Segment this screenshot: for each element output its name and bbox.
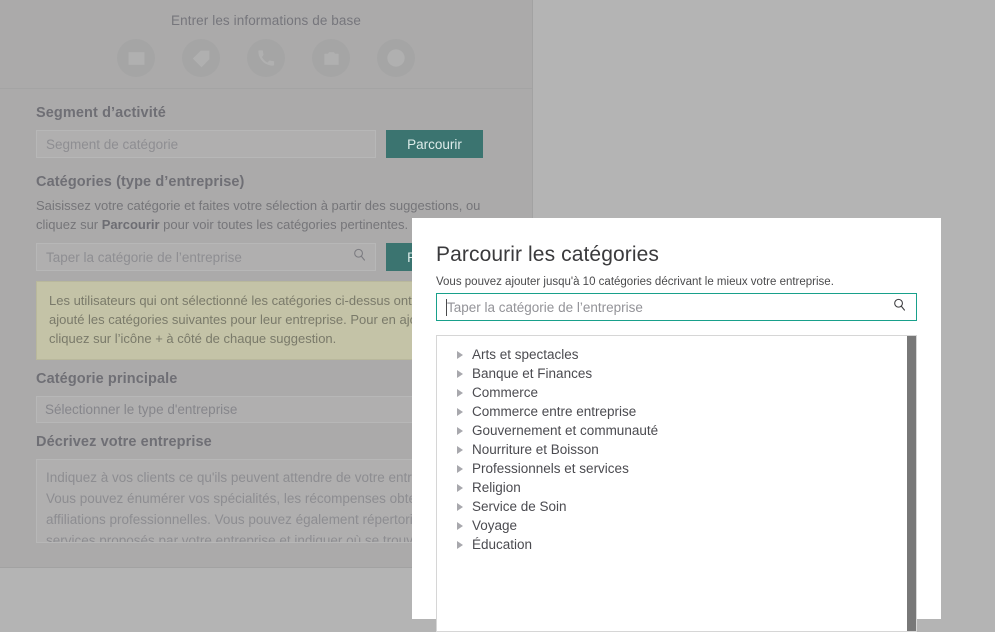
dialog-content: Parcourir les catégories Vous pouvez ajo…: [412, 218, 941, 632]
step-basic-info[interactable]: [117, 39, 155, 77]
dialog-search-input[interactable]: Taper la catégorie de l’entreprise: [436, 293, 917, 321]
segment-browse-button[interactable]: Parcourir: [386, 130, 483, 158]
category-tree-item-label: Voyage: [472, 518, 518, 533]
camera-icon: [322, 49, 341, 68]
categories-help-bold: Parcourir: [101, 217, 160, 232]
category-tree-item[interactable]: Service de Soin: [437, 497, 916, 516]
category-tree-item-label: Religion: [472, 480, 521, 495]
chevron-right-icon[interactable]: [456, 350, 468, 360]
chevron-right-icon[interactable]: [456, 388, 468, 398]
chevron-right-icon[interactable]: [456, 521, 468, 531]
category-tree-item-label: Banque et Finances: [472, 366, 593, 381]
id-card-icon: [127, 49, 146, 68]
category-tree-item[interactable]: Religion: [437, 478, 916, 497]
category-tree-item-label: Commerce entre entreprise: [472, 404, 637, 419]
chevron-right-icon[interactable]: [456, 502, 468, 512]
categories-label: Catégories (type d’entreprise): [36, 174, 245, 190]
category-tree-item[interactable]: Arts et spectacles: [437, 345, 916, 364]
category-tree-item[interactable]: Gouvernement et communauté: [437, 421, 916, 440]
segment-input[interactable]: Segment de catégorie: [36, 130, 376, 158]
category-tree-item[interactable]: Éducation: [437, 535, 916, 554]
text-caret: [446, 299, 447, 316]
step-contact[interactable]: [247, 39, 285, 77]
stepper-title: Entrer les informations de base: [171, 13, 361, 28]
category-tree-item[interactable]: Voyage: [437, 516, 916, 535]
category-tree-item[interactable]: Nourriture et Boisson: [437, 440, 916, 459]
segment-row: Segment de catégorie Parcourir: [36, 130, 494, 158]
category-tree-item-label: Service de Soin: [472, 499, 567, 514]
category-tree-item-label: Commerce: [472, 385, 539, 400]
step-photos[interactable]: [312, 39, 350, 77]
category-search-input[interactable]: Taper la catégorie de l’entreprise: [36, 243, 376, 271]
category-tree-item-label: Nourriture et Boisson: [472, 442, 599, 457]
category-tree-item[interactable]: Professionnels et services: [437, 459, 916, 478]
step-hours[interactable]: [377, 39, 415, 77]
dialog-search-placeholder: Taper la catégorie de l’entreprise: [447, 299, 643, 315]
category-tree-item-label: Gouvernement et communauté: [472, 423, 659, 438]
category-tree-list: Arts et spectacles Banque et Finances Comm…: [437, 336, 916, 554]
chevron-right-icon[interactable]: [456, 483, 468, 493]
browse-categories-dialog: Parcourir les catégories Vous pouvez ajo…: [412, 218, 941, 632]
category-tree-item[interactable]: Commerce: [437, 383, 916, 402]
category-tree-item[interactable]: Banque et Finances: [437, 364, 916, 383]
chevron-right-icon[interactable]: [456, 426, 468, 436]
category-tree-item-label: Professionnels et services: [472, 461, 629, 476]
chevron-right-icon[interactable]: [456, 407, 468, 417]
chevron-right-icon[interactable]: [456, 369, 468, 379]
search-icon: [352, 247, 367, 267]
clock-icon: [386, 48, 406, 68]
dialog-title: Parcourir les catégories: [436, 243, 659, 266]
categories-help-part2: pour voir toutes les catégories pertinen…: [159, 217, 409, 232]
page-root: Entrer les informations de base Segment …: [0, 0, 995, 632]
category-list-scrollbar-thumb[interactable]: [907, 336, 916, 631]
segment-label: Segment d’activité: [36, 105, 166, 121]
chevron-right-icon[interactable]: [456, 540, 468, 550]
category-tree-panel: Arts et spectacles Banque et Finances Comm…: [436, 335, 917, 632]
category-tree-item-label: Éducation: [472, 537, 533, 552]
chevron-right-icon[interactable]: [456, 464, 468, 474]
tag-icon: [192, 49, 211, 68]
category-list-scrollbar-track[interactable]: [907, 336, 916, 631]
phone-icon: [257, 49, 275, 67]
category-tree-item[interactable]: Commerce entre entreprise: [437, 402, 916, 421]
main-category-selected-value: Sélectionner le type d'entreprise: [45, 402, 238, 417]
chevron-right-icon[interactable]: [456, 445, 468, 455]
search-icon[interactable]: [892, 297, 907, 317]
dialog-hint: Vous pouvez ajouter jusqu'à 10 catégorie…: [436, 276, 834, 288]
segment-input-placeholder: Segment de catégorie: [46, 136, 179, 152]
category-search-placeholder: Taper la catégorie de l’entreprise: [46, 249, 242, 265]
category-tree-item-label: Arts et spectacles: [472, 347, 579, 362]
onboarding-stepper: Entrer les informations de base: [0, 0, 532, 89]
step-category[interactable]: [182, 39, 220, 77]
stepper-icon-row: [0, 39, 532, 77]
